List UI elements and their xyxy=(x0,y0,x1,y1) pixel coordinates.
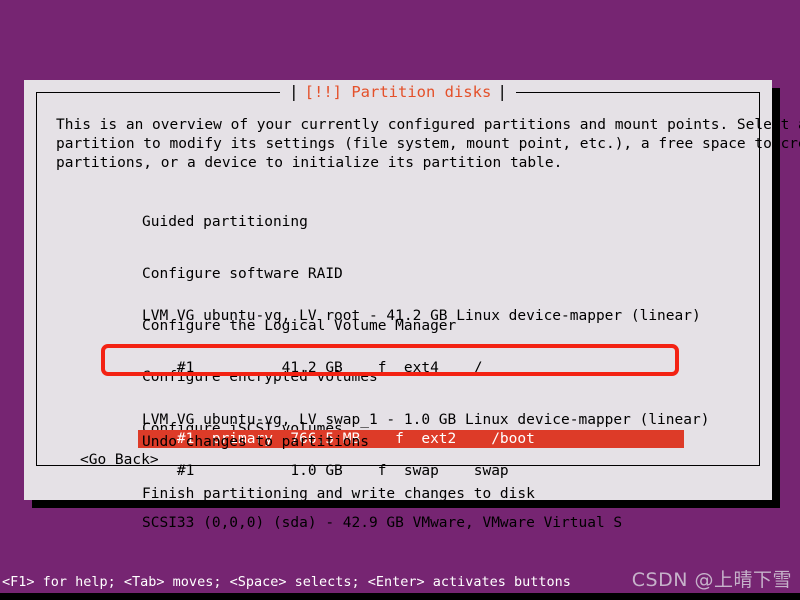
installer-screen: | [!!] Partition disks | This is an over… xyxy=(0,0,800,600)
go-back-button[interactable]: <Go Back> xyxy=(80,452,159,469)
bottom-black-strip xyxy=(0,593,800,600)
csdn-watermark: CSDN @上晴下雪 xyxy=(631,569,792,591)
list-item[interactable]: #1 41.2 GB f ext4 / xyxy=(142,360,709,377)
dialog-description: This is an overview of your currently co… xyxy=(56,117,800,171)
menu-item-guided-partitioning[interactable]: Guided partitioning xyxy=(142,214,456,231)
list-item[interactable]: LVM VG ubuntu-vg, LV root - 41.2 GB Linu… xyxy=(142,308,709,325)
action-undo-changes[interactable]: Undo changes to partitions xyxy=(142,434,535,451)
partition-disks-dialog: | [!!] Partition disks | This is an over… xyxy=(24,80,800,531)
action-finish-partitioning[interactable]: Finish partitioning and write changes to… xyxy=(142,486,535,503)
partition-actions-list: Undo changes to partitions Finish partit… xyxy=(142,400,535,538)
